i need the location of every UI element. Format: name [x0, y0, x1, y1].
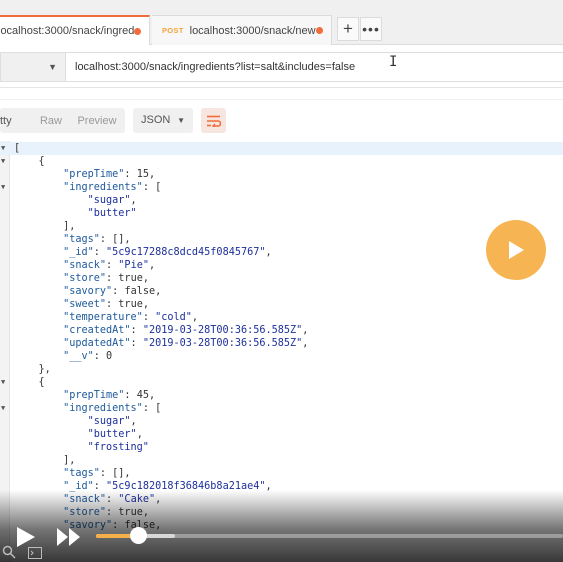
code-line-text: "sugar", — [87, 195, 137, 206]
code-line-text: "prepTime": 15, — [63, 169, 156, 180]
url-input[interactable]: localhost:3000/snack/ingredients?list=sa… — [66, 52, 563, 82]
code-line-text: "_id": "5c9c17288c8dcd45f0845767", — [63, 247, 272, 258]
code-line-text: "store": true, — [63, 273, 149, 284]
code-line: ], — [0, 454, 563, 467]
code-line: "sweet": true, — [0, 298, 563, 311]
tab-method-label: POST — [162, 26, 184, 35]
code-line: "sugar", — [0, 415, 563, 428]
unsaved-dot-icon — [316, 27, 323, 34]
code-line: "sugar", — [0, 194, 563, 207]
code-line-text: "frosting" — [87, 442, 149, 453]
code-line-text: "temperature": "cold", — [63, 312, 199, 323]
code-line-text: "butter" — [87, 208, 137, 219]
new-tab-button[interactable]: + — [337, 17, 359, 41]
video-scrubber-handle[interactable] — [130, 527, 148, 544]
code-line: "createdAt": "2019-03-28T00:36:56.585Z", — [0, 324, 563, 337]
video-progress-track[interactable] — [96, 534, 563, 538]
console-icon[interactable] — [28, 547, 42, 559]
code-line: "butter" — [0, 207, 563, 220]
tab-raw[interactable]: Raw — [34, 115, 68, 127]
code-line: "store": true, — [0, 272, 563, 285]
tab-url-label: localhost:3000/snack/new — [189, 24, 316, 37]
code-line: "frosting" — [0, 441, 563, 454]
code-line-text: "createdAt": "2019-03-28T00:36:56.585Z", — [63, 325, 309, 336]
wrap-lines-button[interactable] — [201, 108, 226, 133]
code-line: ▼ { — [0, 155, 563, 168]
code-line-text: "snack": "Pie", — [63, 260, 156, 271]
code-line-text: "tags": [], — [63, 234, 131, 245]
code-line-text: [ — [14, 143, 21, 154]
code-line-text: "ingredients": [ — [63, 182, 162, 193]
code-line-text: "__v": 0 — [63, 351, 113, 362]
more-tabs-button[interactable]: ••• — [360, 17, 382, 41]
code-line: ▼ { — [0, 376, 563, 389]
fold-toggle-icon[interactable]: ▼ — [1, 181, 5, 194]
tab-url-label: localhost:3000/snack/ingredients — [0, 25, 134, 37]
code-line-text: "butter", — [87, 429, 143, 440]
video-controls — [0, 490, 563, 562]
response-view-tabs: tty Raw Preview — [0, 108, 125, 133]
code-line: "temperature": "cold", — [0, 311, 563, 324]
chevron-down-icon: ▼ — [48, 62, 57, 72]
wrap-lines-icon — [207, 115, 221, 127]
code-line-text: ], — [14, 221, 76, 232]
code-line: "__v": 0 — [0, 350, 563, 363]
code-line-text: "updatedAt": "2019-03-28T00:36:56.585Z", — [63, 338, 309, 349]
code-line-text: ], — [14, 455, 76, 466]
fold-toggle-icon[interactable]: ▼ — [1, 142, 5, 155]
code-line: "tags": [], — [0, 467, 563, 480]
code-line: "butter", — [0, 428, 563, 441]
text-cursor-icon: I — [389, 54, 398, 70]
code-line: ], — [0, 220, 563, 233]
response-toolbar: tty Raw Preview JSON ▼ — [0, 99, 563, 141]
code-line: }, — [0, 363, 563, 376]
code-line: ▼ "ingredients": [ — [0, 402, 563, 415]
play-overlay-button[interactable] — [486, 220, 546, 280]
unsaved-dot-icon — [134, 28, 141, 35]
code-line: "savory": false, — [0, 285, 563, 298]
code-line: ▼ "ingredients": [ — [0, 181, 563, 194]
code-line-text: { — [14, 156, 45, 167]
code-line: "_id": "5c9c17288c8dcd45f0845767", — [0, 246, 563, 259]
fold-toggle-icon[interactable]: ▼ — [1, 402, 5, 415]
code-line: "tags": [], — [0, 233, 563, 246]
code-line-text: "ingredients": [ — [63, 403, 162, 414]
play-icon — [509, 241, 524, 259]
request-url-bar: ▼ localhost:3000/snack/ingredients?list=… — [0, 46, 563, 88]
code-line: ▼[ — [0, 142, 563, 155]
tab-post-new[interactable]: POST localhost:3000/snack/new — [152, 15, 332, 45]
code-line: "updatedAt": "2019-03-28T00:36:56.585Z", — [0, 337, 563, 350]
tab-pretty[interactable]: tty — [0, 115, 30, 127]
request-tab-bar: localhost:3000/snack/ingredients POST lo… — [0, 0, 563, 45]
bottom-status-icons — [0, 543, 60, 562]
code-line-text: "sweet": true, — [63, 299, 149, 310]
code-line: "prepTime": 45, — [0, 389, 563, 402]
code-line-text: "sugar", — [87, 416, 137, 427]
fold-toggle-icon[interactable]: ▼ — [1, 155, 5, 168]
code-line-text: "tags": [], — [63, 468, 131, 479]
code-line: "snack": "Pie", — [0, 259, 563, 272]
chevron-down-icon: ▼ — [177, 116, 185, 125]
code-line: "prepTime": 15, — [0, 168, 563, 181]
code-line-text: "prepTime": 45, — [63, 390, 156, 401]
http-method-dropdown[interactable]: ▼ — [0, 52, 66, 82]
code-line-text: "savory": false, — [63, 286, 162, 297]
code-line-text: { — [14, 377, 45, 388]
format-dropdown[interactable]: JSON ▼ — [133, 108, 193, 133]
search-icon[interactable] — [2, 545, 16, 559]
code-line-text: }, — [14, 364, 51, 375]
fold-toggle-icon[interactable]: ▼ — [1, 376, 5, 389]
tab-get-ingredients[interactable]: localhost:3000/snack/ingredients — [0, 15, 150, 45]
tab-preview[interactable]: Preview — [72, 115, 122, 127]
format-label: JSON — [141, 114, 171, 126]
